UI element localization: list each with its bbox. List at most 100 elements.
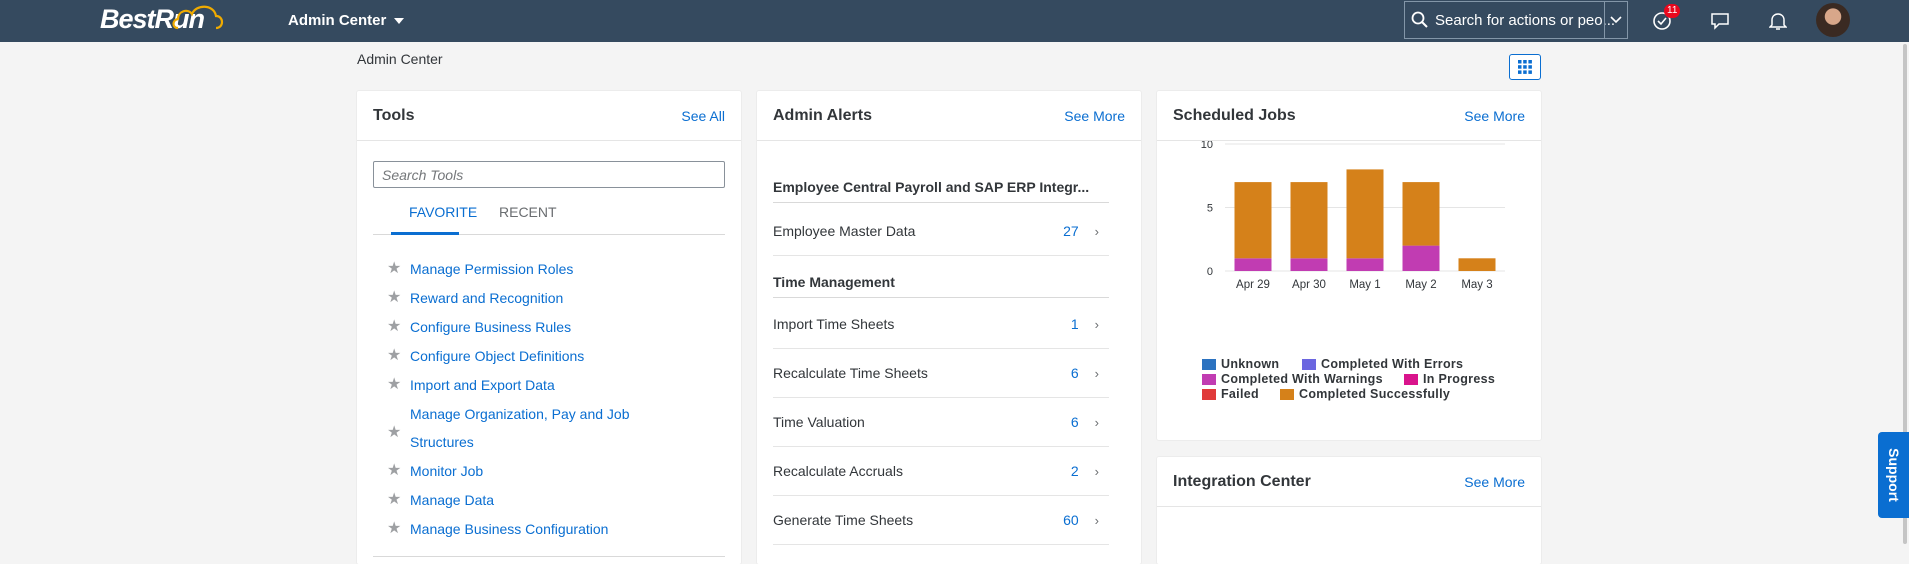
tab-recent[interactable]: RECENT	[499, 199, 557, 235]
alert-label: Recalculate Time Sheets	[773, 365, 928, 381]
tool-link[interactable]: Configure Business Rules	[410, 313, 571, 341]
bar-segment[interactable]	[1290, 258, 1328, 271]
legend-label: In Progress	[1423, 372, 1496, 386]
bar-segment[interactable]	[1458, 258, 1496, 271]
tool-item[interactable]: ★ Manage Permission Roles	[387, 255, 573, 283]
legend-swatch	[1202, 388, 1216, 400]
favorite-star-icon[interactable]: ★	[387, 515, 410, 543]
chevron-right-icon: ›	[1094, 316, 1099, 332]
tool-item[interactable]: ★ Manage Organization, Pay and Job Struct…	[387, 400, 640, 456]
global-search-input[interactable]: Search for actions or peo...	[1404, 1, 1628, 39]
legend-swatch	[1280, 388, 1294, 400]
caret-down-icon	[394, 17, 405, 24]
tool-link[interactable]: Manage Permission Roles	[410, 255, 573, 283]
tab-favorite-label: FAVORITE	[409, 204, 478, 220]
integration-see-more-link[interactable]: See More	[1464, 474, 1525, 490]
alert-row[interactable]: Recalculate Time Sheets 6 ›	[773, 349, 1109, 398]
bar-segment[interactable]	[1402, 182, 1440, 246]
grid-icon	[1518, 60, 1532, 74]
favorite-star-icon[interactable]: ★	[387, 457, 410, 485]
tools-see-all-link[interactable]: See All	[681, 108, 725, 124]
favorite-star-icon[interactable]: ★	[387, 255, 410, 283]
x-tick-label: May 1	[1349, 279, 1380, 291]
customize-layout-button[interactable]	[1509, 54, 1541, 80]
tool-item[interactable]: ★ Manage Business Configuration	[387, 515, 608, 543]
legend-item[interactable]: Completed With Errors	[1302, 357, 1463, 371]
alert-count: 6	[1070, 414, 1079, 430]
alert-count: 1	[1070, 316, 1079, 332]
favorite-star-icon[interactable]: ★	[387, 371, 410, 399]
search-scope-dropdown[interactable]	[1604, 1, 1628, 39]
tool-item[interactable]: ★ Monitor Job	[387, 457, 483, 485]
feedback-button[interactable]	[1708, 9, 1732, 33]
chevron-down-icon	[1610, 16, 1622, 24]
bar-segment[interactable]	[1346, 169, 1384, 259]
tools-divider	[373, 556, 725, 557]
jobs-card-header: Scheduled Jobs See More	[1157, 91, 1541, 141]
legend-swatch	[1202, 373, 1216, 385]
favorite-star-icon[interactable]: ★	[387, 342, 410, 370]
support-button[interactable]: Support	[1878, 432, 1909, 518]
alert-label: Generate Time Sheets	[773, 512, 914, 528]
tool-item[interactable]: ★ Configure Object Definitions	[387, 342, 584, 370]
tool-link[interactable]: Manage Organization, Pay and Job Structu…	[410, 400, 640, 456]
tool-item[interactable]: ★ Configure Business Rules	[387, 313, 571, 341]
bar-segment[interactable]	[1234, 258, 1272, 271]
legend-swatch	[1302, 358, 1316, 370]
cloud-logo-icon	[172, 5, 224, 30]
tool-link[interactable]: Configure Object Definitions	[410, 342, 584, 370]
tool-item[interactable]: ★ Import and Export Data	[387, 371, 555, 399]
x-tick-label: May 3	[1461, 279, 1492, 291]
bar-segment[interactable]	[1346, 258, 1384, 271]
tool-item[interactable]: ★ Manage Data	[387, 486, 494, 514]
alerts-see-more-link[interactable]: See More	[1064, 108, 1125, 124]
tab-favorite[interactable]: FAVORITE	[391, 199, 477, 235]
search-icon	[1411, 11, 1428, 28]
legend-item[interactable]: Unknown	[1202, 357, 1279, 371]
bar-segment[interactable]	[1234, 182, 1272, 259]
scheduled-jobs-card: Scheduled Jobs See More 0 5 10 Apr 29 Apr 30…	[1157, 91, 1541, 440]
legend-item[interactable]: Completed Successfully	[1280, 387, 1450, 401]
legend-swatch	[1202, 358, 1216, 370]
bar-segment[interactable]	[1402, 245, 1440, 271]
alert-count: 2	[1070, 463, 1079, 479]
jobs-see-more-link[interactable]: See More	[1464, 108, 1525, 124]
alert-count: 27	[1063, 223, 1079, 239]
company-logo[interactable]: BestRun	[100, 4, 224, 35]
bar-segment[interactable]	[1290, 182, 1328, 259]
tool-link[interactable]: Import and Export Data	[410, 371, 555, 399]
tool-link[interactable]: Manage Business Configuration	[410, 515, 608, 543]
admin-alerts-card: Admin Alerts See More Employee Central P…	[757, 91, 1141, 564]
legend-label: Completed Successfully	[1299, 387, 1451, 401]
tool-link[interactable]: Monitor Job	[410, 457, 483, 485]
alert-row[interactable]: Employee Master Data 27 ›	[773, 207, 1109, 256]
notifications-button[interactable]	[1766, 9, 1790, 33]
tool-item[interactable]: ★ Reward and Recognition	[387, 284, 563, 312]
user-avatar[interactable]	[1816, 3, 1850, 37]
favorite-star-icon[interactable]: ★	[387, 284, 410, 312]
chevron-right-icon: ›	[1094, 414, 1099, 430]
app-title-menu[interactable]: Admin Center	[288, 12, 405, 29]
tools-title: Tools	[373, 106, 415, 124]
integration-title: Integration Center	[1173, 472, 1311, 490]
page-title: Admin Center	[357, 51, 443, 67]
y-tick-label: 10	[1201, 141, 1213, 151]
legend-item[interactable]: In Progress	[1404, 372, 1495, 386]
search-tools-input[interactable]: Search Tools	[373, 161, 725, 188]
favorite-star-icon[interactable]: ★	[387, 486, 410, 514]
tools-tab-bar: FAVORITE RECENT	[373, 199, 725, 235]
app-title: Admin Center	[288, 12, 387, 29]
favorite-star-icon[interactable]: ★	[387, 422, 410, 442]
alert-label: Recalculate Accruals	[773, 463, 903, 479]
legend-item[interactable]: Completed With Warnings	[1202, 372, 1383, 386]
alert-label: Import Time Sheets	[773, 316, 895, 332]
alert-row[interactable]: Import Time Sheets 1 ›	[773, 300, 1109, 349]
legend-item[interactable]: Failed	[1202, 387, 1259, 401]
favorite-star-icon[interactable]: ★	[387, 313, 410, 341]
alert-row[interactable]: Recalculate Accruals 2 ›	[773, 447, 1109, 496]
tool-link[interactable]: Reward and Recognition	[410, 284, 563, 312]
alert-row[interactable]: Generate Time Sheets 60 ›	[773, 496, 1109, 545]
alert-row[interactable]: Time Valuation 6 ›	[773, 398, 1109, 447]
tool-link[interactable]: Manage Data	[410, 486, 494, 514]
legend-swatch	[1404, 373, 1418, 385]
